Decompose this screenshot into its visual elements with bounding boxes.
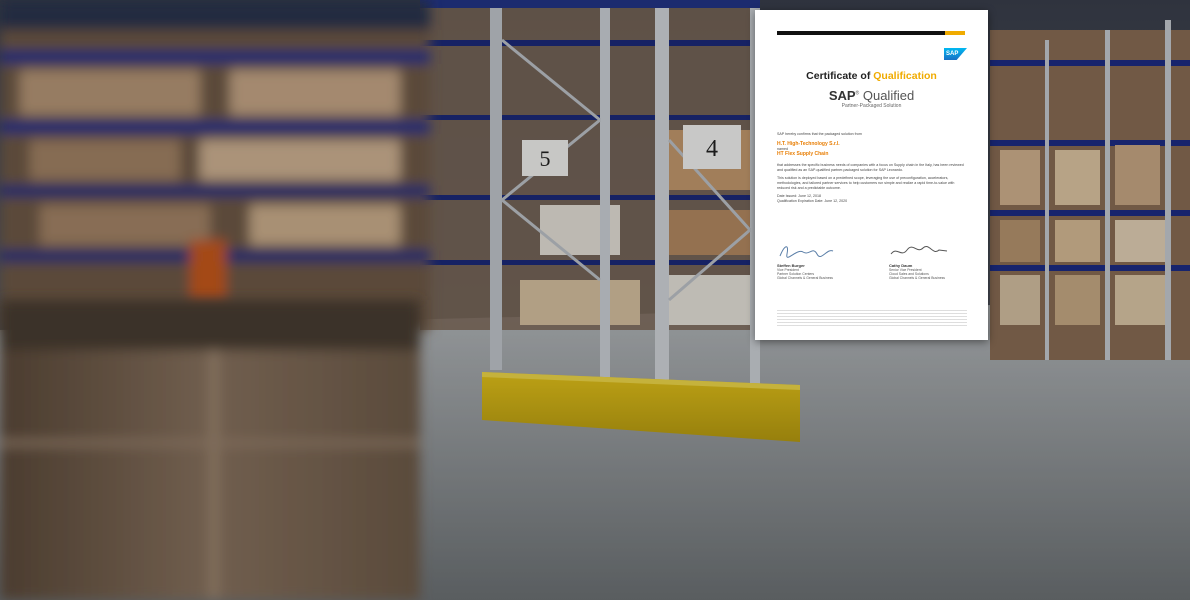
header-bar <box>777 31 945 35</box>
signature-left-graphic <box>779 246 834 258</box>
signature-right-graphic <box>890 246 948 255</box>
paragraph-2: This solution is deployed based on a pre… <box>777 176 955 190</box>
certificate-title: Certificate of Qualification <box>755 70 988 82</box>
signature-block-left: Steffen Burger Vice President Partner So… <box>777 242 867 281</box>
solution-name: HT Flex Supply Chain <box>777 151 829 158</box>
signature-block-right: Cathy Daum Senior Vice President Cloud S… <box>889 242 979 281</box>
expiration-date: Qualification Expiration Date: June 12, … <box>777 198 848 203</box>
paragraph-1: that addresses the specific business nee… <box>777 163 964 172</box>
header-bar-accent <box>945 31 965 35</box>
signer-right-role3: Global Channels & General Business <box>889 276 945 281</box>
footer-fine-print <box>777 310 967 328</box>
certificate-of-qualification: SAP Certificate of Qualification SAP® Qu… <box>755 10 988 340</box>
certificate-body: SAP hereby confirms that the packaged so… <box>777 132 967 203</box>
sap-qualified-mark: SAP® Qualified <box>828 88 915 103</box>
qualified-word: Qualified <box>862 88 915 103</box>
title-highlight: Qualification <box>873 70 937 82</box>
intro-text: SAP hereby confirms that the packaged so… <box>777 132 862 136</box>
warehouse-background: 5 4 <box>0 0 1190 600</box>
sap-logo: SAP <box>944 48 967 60</box>
signer-left-role3: Global Channels & General Business <box>777 276 833 281</box>
qualified-brand: SAP <box>828 88 856 103</box>
qualified-subtitle: Partner-Packaged Solution <box>841 103 902 109</box>
title-prefix: Certificate of <box>806 70 871 82</box>
